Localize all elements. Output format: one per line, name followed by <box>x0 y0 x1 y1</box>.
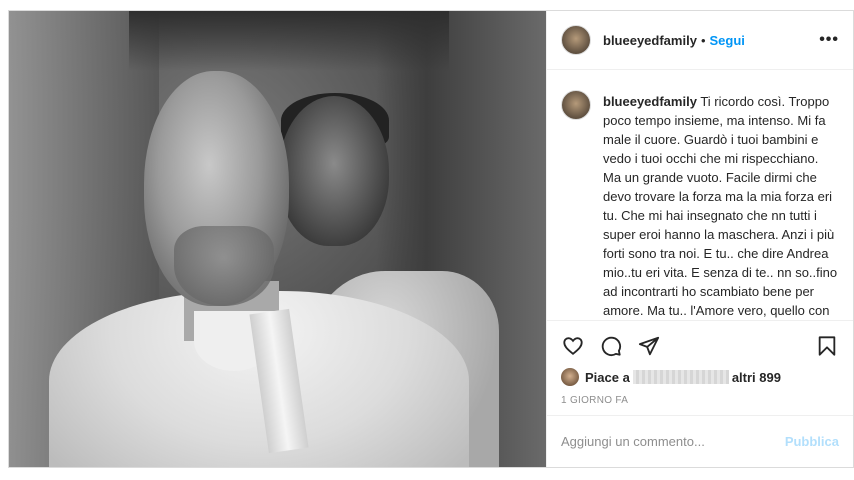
caption-username[interactable]: blueeyedfamily <box>603 94 697 109</box>
photo-person-beard <box>174 226 274 306</box>
post-header: blueeyedfamily • Segui ••• <box>547 11 853 70</box>
share-icon[interactable] <box>637 334 661 358</box>
username-link[interactable]: blueeyedfamily <box>603 33 697 48</box>
likes-prefix: Piace a <box>585 369 630 385</box>
liker-avatar[interactable] <box>561 368 579 386</box>
post-comment-button[interactable]: Pubblica <box>785 434 839 449</box>
redacted-username <box>632 370 729 384</box>
likes-line: Piace a altri 899 <box>547 365 853 389</box>
photo-person-background <box>279 96 389 246</box>
caption-area: blueeyedfamily Ti ricordo così. Troppo p… <box>547 70 853 321</box>
comment-icon[interactable] <box>599 334 623 358</box>
caption-avatar[interactable] <box>561 90 591 120</box>
caption-text: blueeyedfamily Ti ricordo così. Troppo p… <box>603 92 839 320</box>
post-sidebar: blueeyedfamily • Segui ••• blueeyedfamil… <box>546 11 853 467</box>
action-bar <box>547 327 853 365</box>
photo-background-top <box>129 11 449 71</box>
post-timestamp[interactable]: 1 GIORNO FA <box>547 389 853 415</box>
caption-body: Ti ricordo così. Troppo poco tempo insie… <box>603 94 838 318</box>
follow-button[interactable]: Segui <box>710 33 745 48</box>
heart-icon[interactable] <box>561 334 585 358</box>
avatar[interactable] <box>561 25 591 55</box>
more-options-icon[interactable]: ••• <box>819 31 839 49</box>
instagram-post: blueeyedfamily • Segui ••• blueeyedfamil… <box>8 10 854 468</box>
add-comment-bar: Aggiungi un commento... Pubblica <box>547 415 853 467</box>
likes-count[interactable]: altri 899 <box>732 370 781 385</box>
bookmark-icon[interactable] <box>815 334 839 358</box>
separator-dot: • <box>700 32 706 48</box>
comment-input[interactable]: Aggiungi un commento... <box>561 434 785 449</box>
post-photo[interactable] <box>9 11 546 467</box>
